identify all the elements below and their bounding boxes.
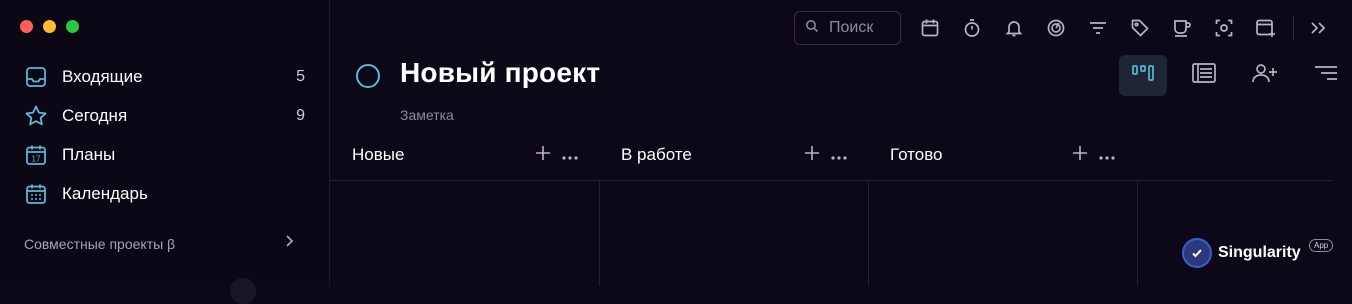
calendar-grid-icon (24, 182, 48, 206)
focus-icon[interactable] (1035, 10, 1077, 46)
bell-icon[interactable] (993, 10, 1035, 46)
share-user-icon (1251, 62, 1279, 89)
sidebar-nav: Входящие 5 Сегодня 9 17 Планы Календарь (0, 57, 329, 213)
coffee-icon[interactable] (1161, 10, 1203, 46)
sidebar-item-count: 5 (296, 67, 305, 85)
column-actions (1072, 144, 1116, 167)
column-header-done: Готово (890, 130, 1138, 180)
column-divider (1137, 181, 1138, 286)
view-toggle-group (1119, 55, 1352, 96)
more-icon[interactable] (830, 144, 848, 167)
column-title[interactable]: В работе (621, 145, 692, 165)
chevron-right-icon (284, 234, 294, 253)
inbox-icon (24, 65, 48, 89)
tag-icon[interactable] (1119, 10, 1161, 46)
column-header-new: Новые (352, 130, 600, 180)
calendar-17-icon: 17 (24, 143, 48, 167)
sidebar-item-label: Планы (62, 144, 116, 164)
sidebar-item-label: Входящие (62, 66, 143, 86)
shared-projects-label: Совместные проекты β (24, 235, 176, 252)
more-icon[interactable] (1098, 144, 1116, 167)
column-divider (599, 181, 600, 286)
column-actions (804, 144, 848, 167)
column-header-in-progress: В работе (621, 130, 869, 180)
list-view-button[interactable] (1180, 55, 1228, 96)
brand-app-badge: App (1309, 239, 1334, 252)
capture-icon[interactable] (1203, 10, 1245, 46)
expand-icon[interactable] (1300, 10, 1336, 46)
add-icon[interactable] (1072, 144, 1088, 167)
board-view-icon (1131, 63, 1155, 88)
search-placeholder: Поиск (829, 19, 874, 36)
board-view-button[interactable] (1119, 55, 1167, 96)
project-title[interactable]: Новый проект (400, 57, 600, 89)
calendar-icon[interactable] (909, 10, 951, 46)
sidebar-item-today[interactable]: Сегодня 9 (0, 96, 329, 135)
sidebar-item-label: Календарь (62, 183, 148, 203)
column-divider (868, 181, 869, 286)
shared-projects-section[interactable]: Совместные проекты β (24, 234, 294, 253)
sort-icon (1313, 63, 1339, 88)
stopwatch-icon[interactable] (951, 10, 993, 46)
sidebar-item-label: Сегодня (62, 105, 128, 125)
toolbar: Поиск (794, 10, 1336, 46)
svg-text:17: 17 (32, 154, 41, 163)
sidebar-item-calendar[interactable]: Календарь (0, 174, 329, 213)
search-input[interactable]: Поиск (794, 11, 901, 45)
project-note[interactable]: Заметка (400, 107, 454, 123)
board-header-divider (330, 180, 1332, 181)
project-status-circle[interactable] (356, 64, 380, 88)
sidebar-item-inbox[interactable]: Входящие 5 (0, 57, 329, 96)
brand-name: Singularity (1218, 244, 1301, 261)
column-title[interactable]: Готово (890, 145, 943, 165)
add-icon[interactable] (804, 144, 820, 167)
sidebar-item-count: 9 (296, 106, 305, 124)
sidebar: Входящие 5 Сегодня 9 17 Планы Календарь … (0, 0, 330, 304)
list-view-icon (1191, 62, 1217, 89)
column-actions (535, 144, 579, 167)
add-icon[interactable] (535, 144, 551, 167)
more-icon[interactable] (561, 144, 579, 167)
window-controls (20, 20, 79, 33)
new-window-icon[interactable] (1245, 10, 1287, 46)
sidebar-footer-avatar[interactable] (230, 278, 256, 304)
column-title[interactable]: Новые (352, 145, 404, 165)
toolbar-divider (1293, 16, 1294, 40)
share-user-button[interactable] (1241, 55, 1289, 96)
close-window-button[interactable] (20, 20, 33, 33)
star-icon (24, 104, 48, 128)
brand-badge: Singularity App (1184, 239, 1334, 266)
singularity-logo-icon (1184, 240, 1210, 266)
minimize-window-button[interactable] (43, 20, 56, 33)
filter-icon[interactable] (1077, 10, 1119, 46)
search-icon (805, 19, 819, 38)
sidebar-item-plans[interactable]: 17 Планы (0, 135, 329, 174)
maximize-window-button[interactable] (66, 20, 79, 33)
sort-button[interactable] (1302, 55, 1350, 96)
